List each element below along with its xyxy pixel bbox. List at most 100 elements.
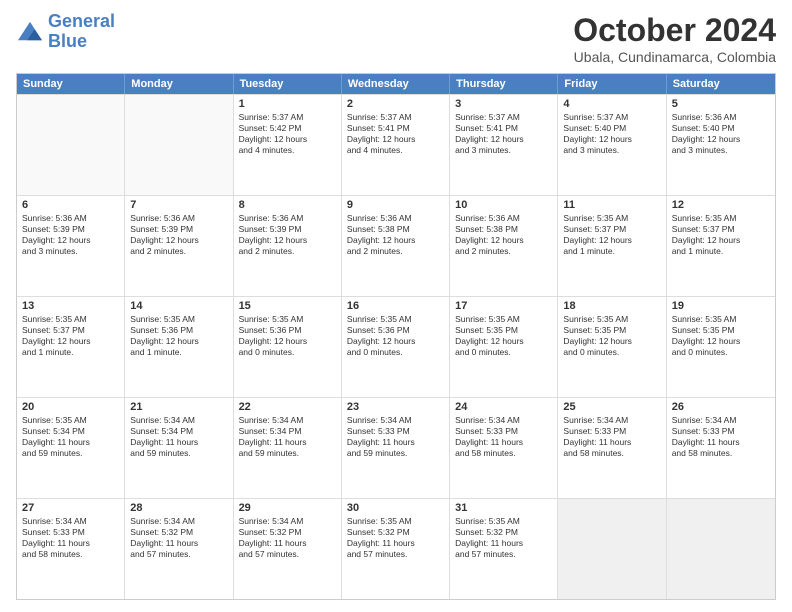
calendar-cell: 23Sunrise: 5:34 AM Sunset: 5:33 PM Dayli… [342,398,450,498]
day-number: 7 [130,199,227,211]
calendar-cell: 24 Sunrise: 5:34 AM Sunset: 5:33 PM Dayli… [450,398,558,498]
month-title: October 2024 [573,12,776,49]
calendar-cell: 8 Sunrise: 5:36 AM Sunset: 5:39 PM Daylig… [234,196,342,296]
calendar-cell: 26Sunrise: 5:34 AM Sunset: 5:33 PM Dayli… [667,398,775,498]
header-cell-friday: Friday [558,74,666,94]
day-number: 25 [563,401,660,413]
cell-info: Sunrise: 5:35 AM Sunset: 5:35 PM Dayligh… [455,314,552,358]
calendar-cell: 13Sunrise: 5:35 AM Sunset: 5:37 PM Dayli… [17,297,125,397]
cell-info: Sunrise: 5:34 AM Sunset: 5:32 PM Dayligh… [130,516,227,560]
cell-info: Sunrise: 5:34 AM Sunset: 5:32 PM Dayligh… [239,516,336,560]
day-number: 12 [672,199,770,211]
cell-info: Sunrise: 5:35 AM Sunset: 5:35 PM Dayligh… [563,314,660,358]
calendar-cell: 2 Sunrise: 5:37 AM Sunset: 5:41 PM Daylig… [342,95,450,195]
calendar-cell [125,95,233,195]
day-number: 14 [130,300,227,312]
calendar-row: 1 Sunrise: 5:37 AM Sunset: 5:42 PM Daylig… [17,94,775,195]
calendar-cell: 22 Sunrise: 5:34 AM Sunset: 5:34 PM Dayli… [234,398,342,498]
cell-info: Sunrise: 5:37 AM Sunset: 5:41 PM Dayligh… [455,112,552,156]
calendar-row: 20Sunrise: 5:35 AM Sunset: 5:34 PM Dayli… [17,397,775,498]
day-number: 2 [347,98,444,110]
day-number: 3 [455,98,552,110]
calendar-row: 27 Sunrise: 5:34 AM Sunset: 5:33 PM Dayli… [17,498,775,599]
header-cell-tuesday: Tuesday [234,74,342,94]
cell-info: Sunrise: 5:34 AM Sunset: 5:33 PM Dayligh… [347,415,444,459]
day-number: 22 [239,401,336,413]
calendar-cell: 11 Sunrise: 5:35 AM Sunset: 5:37 PM Dayli… [558,196,666,296]
cell-info: Sunrise: 5:35 AM Sunset: 5:35 PM Dayligh… [672,314,770,358]
day-number: 9 [347,199,444,211]
day-number: 27 [22,502,119,514]
cell-info: Sunrise: 5:36 AM Sunset: 5:39 PM Dayligh… [239,213,336,257]
calendar-cell: 17 Sunrise: 5:35 AM Sunset: 5:35 PM Dayli… [450,297,558,397]
calendar-cell: 28Sunrise: 5:34 AM Sunset: 5:32 PM Dayli… [125,499,233,599]
day-number: 30 [347,502,444,514]
day-number: 4 [563,98,660,110]
cell-info: Sunrise: 5:35 AM Sunset: 5:37 PM Dayligh… [672,213,770,257]
cell-info: Sunrise: 5:36 AM Sunset: 5:38 PM Dayligh… [455,213,552,257]
calendar-cell: 19Sunrise: 5:35 AM Sunset: 5:35 PM Dayli… [667,297,775,397]
cell-info: Sunrise: 5:34 AM Sunset: 5:33 PM Dayligh… [22,516,119,560]
day-number: 17 [455,300,552,312]
calendar-cell: 31 Sunrise: 5:35 AM Sunset: 5:32 PM Dayli… [450,499,558,599]
day-number: 26 [672,401,770,413]
day-number: 18 [563,300,660,312]
calendar-cell: 9 Sunrise: 5:36 AM Sunset: 5:38 PM Daylig… [342,196,450,296]
cell-info: Sunrise: 5:36 AM Sunset: 5:39 PM Dayligh… [22,213,119,257]
cell-info: Sunrise: 5:35 AM Sunset: 5:36 PM Dayligh… [130,314,227,358]
calendar: SundayMondayTuesdayWednesdayThursdayFrid… [16,73,776,600]
cell-info: Sunrise: 5:35 AM Sunset: 5:32 PM Dayligh… [455,516,552,560]
calendar-body: 1 Sunrise: 5:37 AM Sunset: 5:42 PM Daylig… [17,94,775,599]
header-cell-monday: Monday [125,74,233,94]
logo: General Blue [16,12,115,52]
cell-info: Sunrise: 5:35 AM Sunset: 5:36 PM Dayligh… [239,314,336,358]
calendar-cell: 3 Sunrise: 5:37 AM Sunset: 5:41 PM Daylig… [450,95,558,195]
day-number: 8 [239,199,336,211]
cell-info: Sunrise: 5:34 AM Sunset: 5:33 PM Dayligh… [455,415,552,459]
cell-info: Sunrise: 5:35 AM Sunset: 5:32 PM Dayligh… [347,516,444,560]
calendar-cell: 25 Sunrise: 5:34 AM Sunset: 5:33 PM Dayli… [558,398,666,498]
cell-info: Sunrise: 5:37 AM Sunset: 5:42 PM Dayligh… [239,112,336,156]
day-number: 10 [455,199,552,211]
location: Ubala, Cundinamarca, Colombia [573,49,776,65]
cell-info: Sunrise: 5:34 AM Sunset: 5:33 PM Dayligh… [563,415,660,459]
title-block: October 2024 Ubala, Cundinamarca, Colomb… [573,12,776,65]
calendar-cell: 29 Sunrise: 5:34 AM Sunset: 5:32 PM Dayli… [234,499,342,599]
calendar-cell: 20Sunrise: 5:35 AM Sunset: 5:34 PM Dayli… [17,398,125,498]
calendar-cell: 5Sunrise: 5:36 AM Sunset: 5:40 PM Daylig… [667,95,775,195]
cell-info: Sunrise: 5:36 AM Sunset: 5:38 PM Dayligh… [347,213,444,257]
day-number: 24 [455,401,552,413]
calendar-cell: 15Sunrise: 5:35 AM Sunset: 5:36 PM Dayli… [234,297,342,397]
day-number: 6 [22,199,119,211]
calendar-cell: 6 Sunrise: 5:36 AM Sunset: 5:39 PM Daylig… [17,196,125,296]
calendar-cell: 21Sunrise: 5:34 AM Sunset: 5:34 PM Dayli… [125,398,233,498]
day-number: 11 [563,199,660,211]
cell-info: Sunrise: 5:35 AM Sunset: 5:36 PM Dayligh… [347,314,444,358]
calendar-row: 13Sunrise: 5:35 AM Sunset: 5:37 PM Dayli… [17,296,775,397]
logo-text-line1: General [48,12,115,32]
calendar-cell: 14 Sunrise: 5:35 AM Sunset: 5:36 PM Dayli… [125,297,233,397]
calendar-cell: 4Sunrise: 5:37 AM Sunset: 5:40 PM Daylig… [558,95,666,195]
calendar-cell: 1 Sunrise: 5:37 AM Sunset: 5:42 PM Daylig… [234,95,342,195]
cell-info: Sunrise: 5:34 AM Sunset: 5:34 PM Dayligh… [239,415,336,459]
page-header: General Blue October 2024 Ubala, Cundina… [16,12,776,65]
day-number: 31 [455,502,552,514]
day-number: 21 [130,401,227,413]
calendar-cell: 12 Sunrise: 5:35 AM Sunset: 5:37 PM Dayli… [667,196,775,296]
cell-info: Sunrise: 5:36 AM Sunset: 5:40 PM Dayligh… [672,112,770,156]
header-cell-thursday: Thursday [450,74,558,94]
day-number: 29 [239,502,336,514]
calendar-cell: 27 Sunrise: 5:34 AM Sunset: 5:33 PM Dayli… [17,499,125,599]
calendar-cell [17,95,125,195]
calendar-cell: 30 Sunrise: 5:35 AM Sunset: 5:32 PM Dayli… [342,499,450,599]
cell-info: Sunrise: 5:37 AM Sunset: 5:41 PM Dayligh… [347,112,444,156]
cell-info: Sunrise: 5:35 AM Sunset: 5:37 PM Dayligh… [563,213,660,257]
calendar-cell: 7Sunrise: 5:36 AM Sunset: 5:39 PM Daylig… [125,196,233,296]
day-number: 1 [239,98,336,110]
header-cell-sunday: Sunday [17,74,125,94]
calendar-cell: 18 Sunrise: 5:35 AM Sunset: 5:35 PM Dayli… [558,297,666,397]
logo-text-line2: Blue [48,32,115,52]
calendar-cell: 16Sunrise: 5:35 AM Sunset: 5:36 PM Dayli… [342,297,450,397]
calendar-cell: 10 Sunrise: 5:36 AM Sunset: 5:38 PM Dayli… [450,196,558,296]
logo-icon [16,20,44,44]
